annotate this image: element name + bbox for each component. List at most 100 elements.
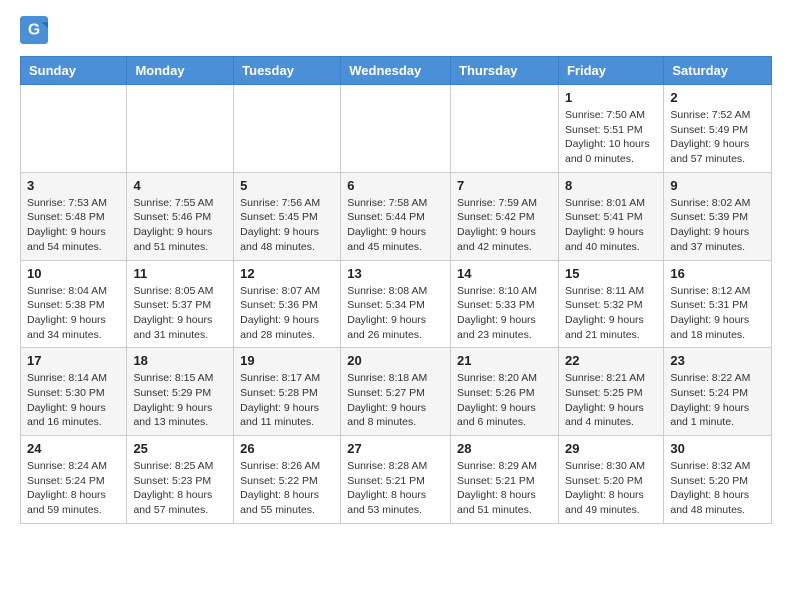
day-info: Sunrise: 8:08 AM Sunset: 5:34 PM Dayligh… [347,284,444,343]
day-info: Sunrise: 8:10 AM Sunset: 5:33 PM Dayligh… [457,284,552,343]
day-info: Sunrise: 7:59 AM Sunset: 5:42 PM Dayligh… [457,196,552,255]
day-info: Sunrise: 8:25 AM Sunset: 5:23 PM Dayligh… [133,459,227,518]
day-number: 11 [133,266,227,281]
day-info: Sunrise: 8:04 AM Sunset: 5:38 PM Dayligh… [27,284,120,343]
day-number: 3 [27,178,120,193]
day-number: 28 [457,441,552,456]
day-info: Sunrise: 8:22 AM Sunset: 5:24 PM Dayligh… [670,371,765,430]
day-number: 20 [347,353,444,368]
day-cell: 4 Sunrise: 7:55 AM Sunset: 5:46 PM Daylig… [127,172,234,260]
day-info: Sunrise: 7:56 AM Sunset: 5:45 PM Dayligh… [240,196,334,255]
day-info: Sunrise: 8:17 AM Sunset: 5:28 PM Dayligh… [240,371,334,430]
weekday-wednesday: Wednesday [341,57,451,85]
day-info: Sunrise: 8:12 AM Sunset: 5:31 PM Dayligh… [670,284,765,343]
day-number: 1 [565,90,657,105]
logo-icon: G [20,16,48,44]
day-info: Sunrise: 7:58 AM Sunset: 5:44 PM Dayligh… [347,196,444,255]
day-info: Sunrise: 8:28 AM Sunset: 5:21 PM Dayligh… [347,459,444,518]
day-number: 27 [347,441,444,456]
day-info: Sunrise: 8:18 AM Sunset: 5:27 PM Dayligh… [347,371,444,430]
day-cell: 20 Sunrise: 8:18 AM Sunset: 5:27 PM Dayli… [341,348,451,436]
day-info: Sunrise: 8:15 AM Sunset: 5:29 PM Dayligh… [133,371,227,430]
day-info: Sunrise: 7:52 AM Sunset: 5:49 PM Dayligh… [670,108,765,167]
week-row-4: 17 Sunrise: 8:14 AM Sunset: 5:30 PM Dayli… [21,348,772,436]
day-cell: 27 Sunrise: 8:28 AM Sunset: 5:21 PM Dayli… [341,436,451,524]
day-cell: 3 Sunrise: 7:53 AM Sunset: 5:48 PM Daylig… [21,172,127,260]
day-info: Sunrise: 8:07 AM Sunset: 5:36 PM Dayligh… [240,284,334,343]
day-number: 2 [670,90,765,105]
day-info: Sunrise: 8:20 AM Sunset: 5:26 PM Dayligh… [457,371,552,430]
day-number: 17 [27,353,120,368]
day-cell: 15 Sunrise: 8:11 AM Sunset: 5:32 PM Dayli… [558,260,663,348]
day-number: 15 [565,266,657,281]
day-info: Sunrise: 8:29 AM Sunset: 5:21 PM Dayligh… [457,459,552,518]
day-info: Sunrise: 8:01 AM Sunset: 5:41 PM Dayligh… [565,196,657,255]
day-number: 22 [565,353,657,368]
calendar: SundayMondayTuesdayWednesdayThursdayFrid… [20,56,772,524]
day-cell: 10 Sunrise: 8:04 AM Sunset: 5:38 PM Dayli… [21,260,127,348]
day-cell: 25Sunrise: 8:25 AM Sunset: 5:23 PM Dayli… [127,436,234,524]
day-cell [341,85,451,173]
day-cell: 8Sunrise: 8:01 AM Sunset: 5:41 PM Daylig… [558,172,663,260]
header: G [20,16,772,44]
week-row-2: 3 Sunrise: 7:53 AM Sunset: 5:48 PM Daylig… [21,172,772,260]
svg-text:G: G [28,22,40,39]
day-cell: 19 Sunrise: 8:17 AM Sunset: 5:28 PM Dayli… [234,348,341,436]
day-cell: 18 Sunrise: 8:15 AM Sunset: 5:29 PM Dayli… [127,348,234,436]
week-row-5: 24Sunrise: 8:24 AM Sunset: 5:24 PM Dayli… [21,436,772,524]
day-number: 18 [133,353,227,368]
weekday-sunday: Sunday [21,57,127,85]
day-cell: 11 Sunrise: 8:05 AM Sunset: 5:37 PM Dayli… [127,260,234,348]
day-info: Sunrise: 7:53 AM Sunset: 5:48 PM Dayligh… [27,196,120,255]
day-cell: 14Sunrise: 8:10 AM Sunset: 5:33 PM Dayli… [451,260,559,348]
day-info: Sunrise: 8:32 AM Sunset: 5:20 PM Dayligh… [670,459,765,518]
day-info: Sunrise: 8:14 AM Sunset: 5:30 PM Dayligh… [27,371,120,430]
day-info: Sunrise: 8:02 AM Sunset: 5:39 PM Dayligh… [670,196,765,255]
day-cell: 23 Sunrise: 8:22 AM Sunset: 5:24 PM Dayli… [664,348,772,436]
day-number: 9 [670,178,765,193]
day-number: 23 [670,353,765,368]
day-number: 13 [347,266,444,281]
day-info: Sunrise: 7:55 AM Sunset: 5:46 PM Dayligh… [133,196,227,255]
day-cell: 13 Sunrise: 8:08 AM Sunset: 5:34 PM Dayli… [341,260,451,348]
day-cell: 28 Sunrise: 8:29 AM Sunset: 5:21 PM Dayli… [451,436,559,524]
day-number: 4 [133,178,227,193]
day-cell [21,85,127,173]
day-cell [127,85,234,173]
day-info: Sunrise: 8:26 AM Sunset: 5:22 PM Dayligh… [240,459,334,518]
day-cell: 7 Sunrise: 7:59 AM Sunset: 5:42 PM Daylig… [451,172,559,260]
day-cell: 22 Sunrise: 8:21 AM Sunset: 5:25 PM Dayli… [558,348,663,436]
day-info: Sunrise: 8:21 AM Sunset: 5:25 PM Dayligh… [565,371,657,430]
weekday-thursday: Thursday [451,57,559,85]
day-cell [451,85,559,173]
day-number: 7 [457,178,552,193]
day-number: 21 [457,353,552,368]
day-cell: 1 Sunrise: 7:50 AM Sunset: 5:51 PM Daylig… [558,85,663,173]
day-cell: 5 Sunrise: 7:56 AM Sunset: 5:45 PM Daylig… [234,172,341,260]
weekday-header: SundayMondayTuesdayWednesdayThursdayFrid… [21,57,772,85]
weekday-saturday: Saturday [664,57,772,85]
day-cell: 12Sunrise: 8:07 AM Sunset: 5:36 PM Dayli… [234,260,341,348]
day-cell: 17 Sunrise: 8:14 AM Sunset: 5:30 PM Dayli… [21,348,127,436]
day-info: Sunrise: 8:11 AM Sunset: 5:32 PM Dayligh… [565,284,657,343]
week-row-1: 1 Sunrise: 7:50 AM Sunset: 5:51 PM Daylig… [21,85,772,173]
logo: G [20,16,52,44]
day-info: Sunrise: 8:05 AM Sunset: 5:37 PM Dayligh… [133,284,227,343]
day-number: 29 [565,441,657,456]
day-info: Sunrise: 8:24 AM Sunset: 5:24 PM Dayligh… [27,459,120,518]
weekday-tuesday: Tuesday [234,57,341,85]
day-cell: 26 Sunrise: 8:26 AM Sunset: 5:22 PM Dayli… [234,436,341,524]
day-info: Sunrise: 7:50 AM Sunset: 5:51 PM Dayligh… [565,108,657,167]
day-number: 30 [670,441,765,456]
day-number: 26 [240,441,334,456]
day-number: 5 [240,178,334,193]
day-info: Sunrise: 8:30 AM Sunset: 5:20 PM Dayligh… [565,459,657,518]
day-number: 6 [347,178,444,193]
day-cell: 16 Sunrise: 8:12 AM Sunset: 5:31 PM Dayli… [664,260,772,348]
day-number: 19 [240,353,334,368]
day-number: 10 [27,266,120,281]
week-row-3: 10 Sunrise: 8:04 AM Sunset: 5:38 PM Dayli… [21,260,772,348]
day-cell: 2 Sunrise: 7:52 AM Sunset: 5:49 PM Daylig… [664,85,772,173]
weekday-friday: Friday [558,57,663,85]
day-number: 16 [670,266,765,281]
